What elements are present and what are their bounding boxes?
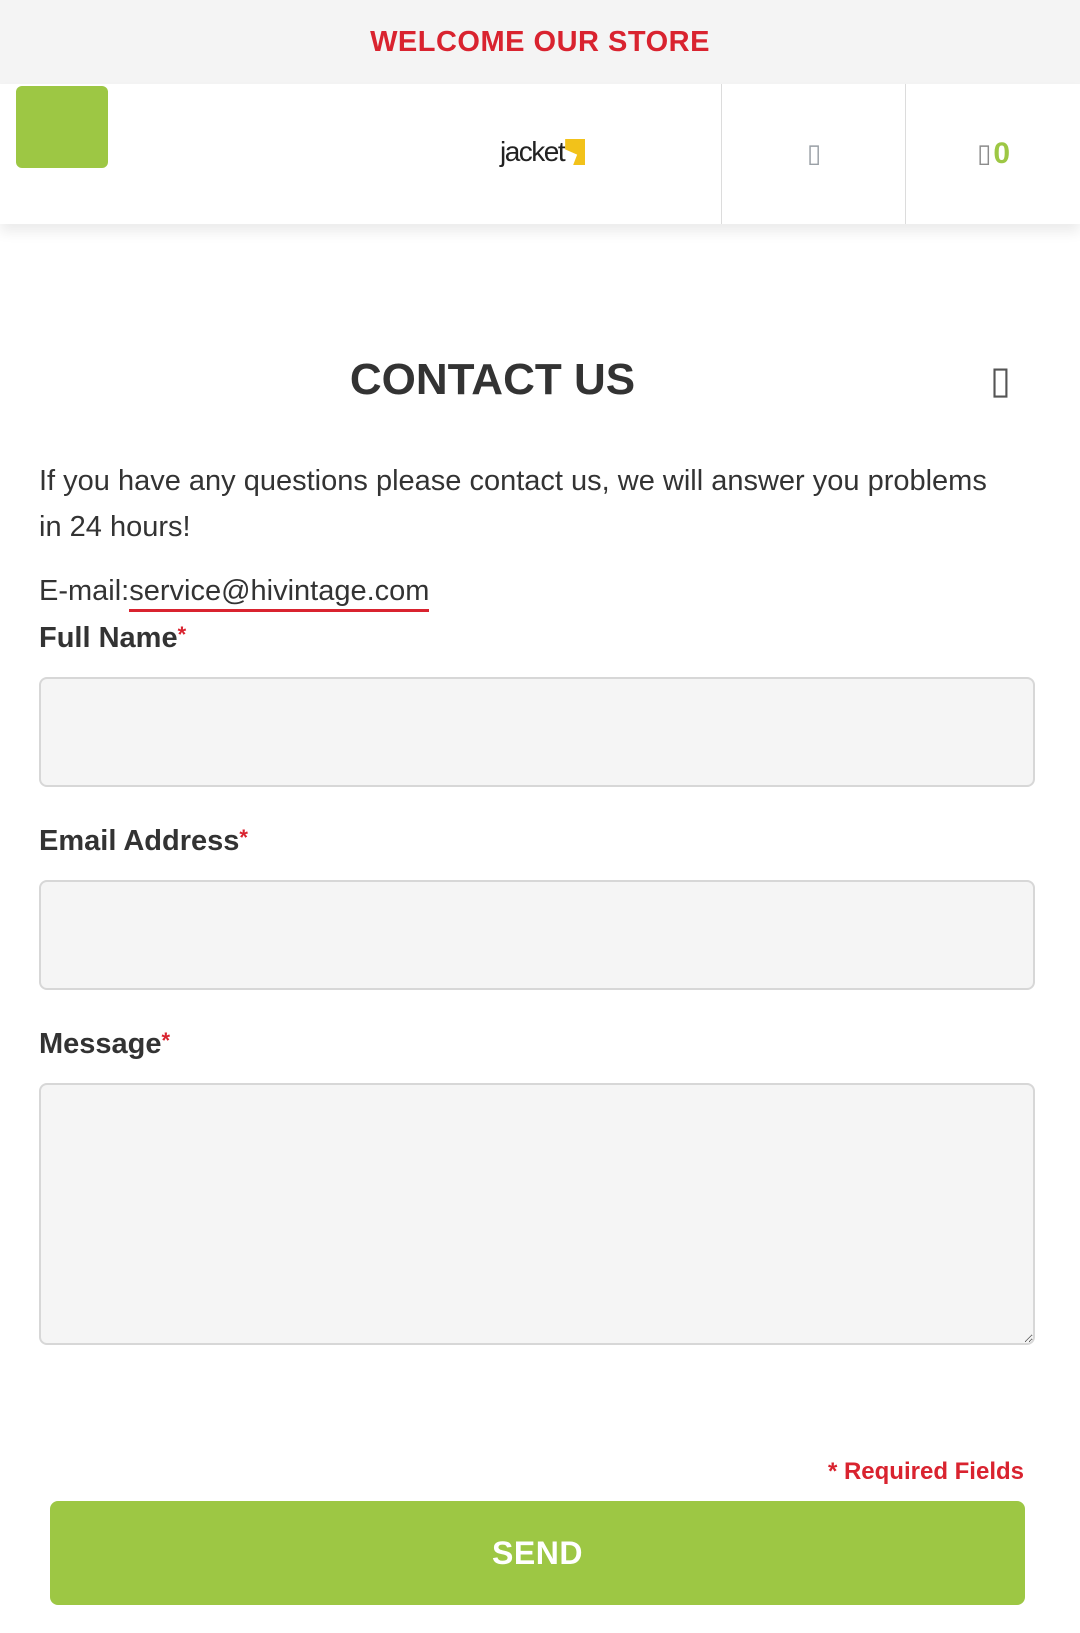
contact-email-line: E-mail:service@hivintage.com [39, 575, 430, 612]
required-fields-note: * Required Fields [827, 1458, 1024, 1485]
search-button[interactable]: ▯ [721, 84, 906, 224]
site-header: jacket ▯ ▯ 0 [0, 84, 1080, 224]
email-address-label-text: Email Address [39, 825, 240, 857]
search-icon: ▯ [806, 139, 822, 169]
contact-intro-text: If you have any questions please contact… [39, 465, 987, 543]
required-asterisk: * [161, 1028, 171, 1053]
send-button[interactable]: SEND [50, 1501, 1025, 1605]
email-address-input[interactable] [39, 880, 1035, 990]
logo-mark-icon [565, 139, 586, 165]
fullname-label: Full Name* [39, 622, 186, 655]
close-icon[interactable]: ▯ [990, 358, 1011, 402]
menu-button[interactable] [16, 86, 108, 168]
fullname-label-text: Full Name [39, 622, 178, 654]
welcome-banner: WELCOME OUR STORE [0, 0, 1080, 85]
welcome-banner-text: WELCOME OUR STORE [370, 25, 710, 58]
logo-text: jacket [500, 136, 566, 167]
fullname-input[interactable] [39, 677, 1035, 787]
required-asterisk: * [239, 825, 248, 850]
contact-email-link[interactable]: service@hivintage.com [129, 575, 430, 612]
message-label: Message* [39, 1028, 170, 1061]
cart-button[interactable]: ▯ 0 [905, 84, 1080, 224]
email-address-label: Email Address* [39, 825, 248, 858]
email-prefix-label: E-mail: [39, 575, 130, 607]
cart-count: 0 [993, 137, 1010, 170]
message-textarea[interactable] [39, 1083, 1035, 1345]
cart-icon: ▯ [977, 139, 992, 169]
required-asterisk: * [177, 622, 187, 647]
message-label-text: Message [39, 1028, 162, 1060]
page-title: CONTACT US [349, 355, 636, 404]
store-logo[interactable]: jacket [500, 132, 586, 172]
